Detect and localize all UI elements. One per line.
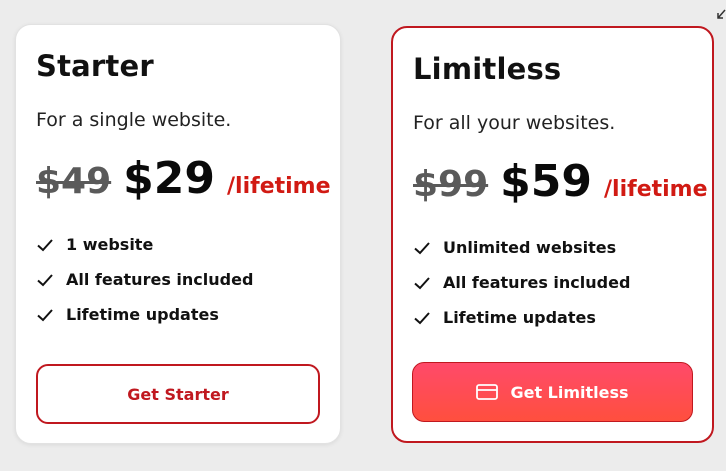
feature-item: Lifetime updates xyxy=(36,297,253,332)
price-period: /lifetime xyxy=(227,174,331,199)
starter-plan-card: Starter For a single website. $49 $29 /l… xyxy=(15,24,341,444)
feature-item: All features included xyxy=(36,262,253,297)
button-label: Get Starter xyxy=(127,384,229,404)
resize-arrow-icon xyxy=(717,9,726,19)
feature-item: Unlimited websites xyxy=(413,230,630,265)
price-row: $49 $29 /lifetime xyxy=(36,153,331,204)
plan-subtitle: For all your websites. xyxy=(413,112,616,134)
check-icon xyxy=(414,311,430,324)
price-period: /lifetime xyxy=(604,177,708,202)
feature-label: 1 website xyxy=(66,235,154,254)
feature-label: Unlimited websites xyxy=(443,238,617,257)
feature-item: 1 website xyxy=(36,227,253,262)
original-price: $99 xyxy=(413,164,489,205)
feature-label: Lifetime updates xyxy=(443,308,596,327)
feature-list: 1 website All features included Lifetime… xyxy=(36,227,253,332)
feature-item: All features included xyxy=(413,265,630,300)
get-starter-button[interactable]: Get Starter xyxy=(36,364,320,424)
check-icon xyxy=(414,241,430,254)
feature-item: Lifetime updates xyxy=(413,300,630,335)
feature-label: Lifetime updates xyxy=(66,305,219,324)
plan-title: Limitless xyxy=(413,52,562,86)
feature-label: All features included xyxy=(66,270,254,289)
check-icon xyxy=(37,308,53,321)
check-icon xyxy=(37,273,53,286)
check-icon xyxy=(37,238,53,251)
limitless-plan-card: Limitless For all your websites. $99 $59… xyxy=(391,26,714,443)
feature-label: All features included xyxy=(443,273,631,292)
plan-title: Starter xyxy=(36,49,154,83)
price-row: $99 $59 /lifetime xyxy=(413,156,708,207)
original-price: $49 xyxy=(36,161,112,202)
feature-list: Unlimited websites All features included… xyxy=(413,230,630,335)
get-limitless-button[interactable]: Get Limitless xyxy=(412,362,693,422)
current-price: $29 xyxy=(123,153,216,204)
button-label: Get Limitless xyxy=(510,382,629,402)
credit-card-icon xyxy=(476,384,499,400)
current-price: $59 xyxy=(500,156,593,207)
plan-subtitle: For a single website. xyxy=(36,109,232,131)
check-icon xyxy=(414,276,430,289)
